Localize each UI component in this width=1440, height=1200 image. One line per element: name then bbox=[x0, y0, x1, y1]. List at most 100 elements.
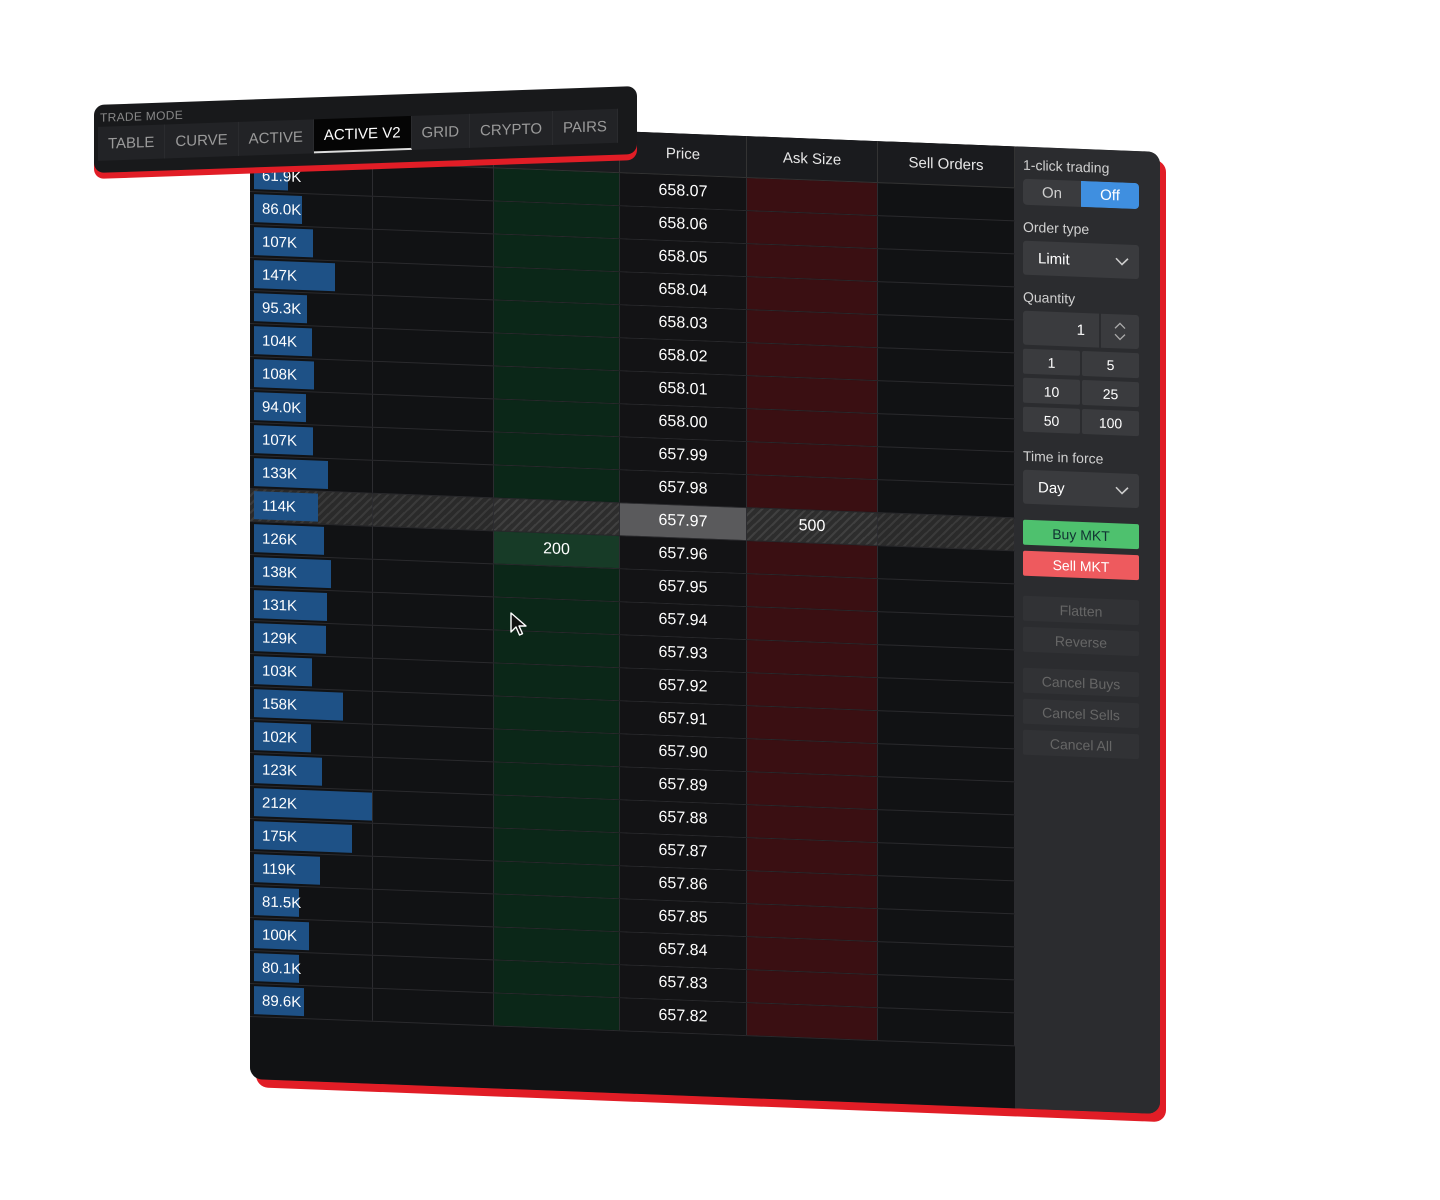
bid-size-cell[interactable] bbox=[494, 696, 620, 734]
ask-size-cell[interactable] bbox=[747, 871, 878, 909]
bid-size-cell[interactable] bbox=[494, 795, 620, 833]
tab-curve[interactable]: CURVE bbox=[165, 121, 239, 159]
bid-size-cell[interactable] bbox=[494, 432, 620, 470]
tab-pairs[interactable]: PAIRS bbox=[553, 108, 618, 145]
buy-orders-cell[interactable] bbox=[373, 691, 494, 729]
buy-orders-cell[interactable] bbox=[373, 295, 494, 333]
bid-size-cell[interactable] bbox=[494, 465, 620, 503]
sell-orders-cell[interactable] bbox=[878, 216, 1015, 254]
sell-orders-cell[interactable] bbox=[878, 546, 1015, 584]
ask-size-cell[interactable] bbox=[747, 607, 878, 645]
ask-size-cell[interactable] bbox=[747, 706, 878, 744]
ask-size-cell[interactable] bbox=[747, 838, 878, 876]
buy-orders-cell[interactable] bbox=[373, 361, 494, 399]
buy-orders-cell[interactable] bbox=[373, 526, 494, 564]
ask-size-cell[interactable] bbox=[747, 442, 878, 480]
flatten-button[interactable]: Flatten bbox=[1023, 595, 1139, 626]
sell-orders-cell[interactable] bbox=[878, 513, 1015, 551]
ask-size-cell[interactable] bbox=[747, 805, 878, 843]
ask-size-cell[interactable] bbox=[747, 178, 878, 216]
ask-size-cell[interactable] bbox=[747, 376, 878, 414]
bid-size-cell[interactable] bbox=[494, 663, 620, 701]
cancel-sells-button[interactable]: Cancel Sells bbox=[1023, 698, 1139, 729]
quantity-input[interactable]: 1 bbox=[1023, 310, 1099, 348]
cancel-all-button[interactable]: Cancel All bbox=[1023, 729, 1139, 760]
buy-orders-cell[interactable] bbox=[373, 856, 494, 894]
tab-active-v2[interactable]: ACTIVE V2 bbox=[313, 115, 412, 154]
sell-orders-cell[interactable] bbox=[878, 843, 1015, 881]
cancel-buys-button[interactable]: Cancel Buys bbox=[1023, 667, 1139, 698]
sell-orders-cell[interactable] bbox=[878, 414, 1015, 452]
sell-orders-cell[interactable] bbox=[878, 744, 1015, 782]
ask-size-cell[interactable] bbox=[747, 970, 878, 1008]
sell-orders-cell[interactable] bbox=[878, 942, 1015, 980]
bid-size-cell[interactable] bbox=[494, 828, 620, 866]
ask-size-cell[interactable] bbox=[747, 310, 878, 348]
tab-grid[interactable]: GRID bbox=[411, 113, 471, 150]
buy-mkt-button[interactable]: Buy MKT bbox=[1023, 519, 1139, 550]
ask-size-cell[interactable] bbox=[747, 277, 878, 315]
bid-size-cell[interactable] bbox=[494, 762, 620, 800]
ask-size-cell[interactable] bbox=[747, 211, 878, 249]
buy-orders-cell[interactable] bbox=[373, 229, 494, 267]
tab-crypto[interactable]: CRYPTO bbox=[470, 110, 554, 148]
ask-size-cell[interactable] bbox=[747, 244, 878, 282]
sell-orders-cell[interactable] bbox=[878, 1008, 1015, 1046]
bid-size-cell[interactable] bbox=[494, 498, 620, 536]
ask-size-cell[interactable] bbox=[747, 937, 878, 975]
buy-orders-cell[interactable] bbox=[373, 262, 494, 300]
bid-size-cell[interactable] bbox=[494, 729, 620, 767]
sell-orders-cell[interactable] bbox=[878, 876, 1015, 914]
bid-size-cell[interactable] bbox=[494, 861, 620, 899]
bid-size-cell[interactable] bbox=[494, 927, 620, 965]
time-in-force-select[interactable]: Day bbox=[1023, 469, 1139, 509]
bid-size-cell[interactable] bbox=[494, 234, 620, 272]
order-type-select[interactable]: Limit bbox=[1023, 240, 1139, 280]
buy-orders-cell[interactable] bbox=[373, 658, 494, 696]
buy-orders-cell[interactable] bbox=[373, 328, 494, 366]
sell-orders-cell[interactable] bbox=[878, 645, 1015, 683]
preset-100-button[interactable]: 100 bbox=[1082, 408, 1139, 437]
sell-orders-cell[interactable] bbox=[878, 711, 1015, 749]
bid-size-cell[interactable] bbox=[494, 399, 620, 437]
preset-25-button[interactable]: 25 bbox=[1082, 379, 1139, 408]
ask-size-cell[interactable]: 500 bbox=[747, 508, 878, 546]
bid-size-cell[interactable] bbox=[494, 564, 620, 602]
sell-orders-cell[interactable] bbox=[878, 447, 1015, 485]
preset-5-button[interactable]: 5 bbox=[1082, 350, 1139, 379]
preset-1-button[interactable]: 1 bbox=[1023, 348, 1080, 376]
buy-orders-cell[interactable] bbox=[373, 625, 494, 663]
ask-size-cell[interactable] bbox=[747, 673, 878, 711]
bid-size-cell[interactable] bbox=[494, 267, 620, 305]
buy-orders-cell[interactable] bbox=[373, 592, 494, 630]
bid-size-cell[interactable] bbox=[494, 168, 620, 206]
bid-size-cell[interactable] bbox=[494, 201, 620, 239]
one-click-on-option[interactable]: On bbox=[1023, 179, 1081, 207]
bid-size-cell[interactable] bbox=[494, 993, 620, 1031]
sell-orders-cell[interactable] bbox=[878, 975, 1015, 1013]
buy-orders-cell[interactable] bbox=[373, 493, 494, 531]
bid-size-cell[interactable] bbox=[494, 300, 620, 338]
buy-orders-cell[interactable] bbox=[373, 922, 494, 960]
bid-size-cell[interactable] bbox=[494, 366, 620, 404]
one-click-off-option[interactable]: Off bbox=[1081, 180, 1139, 210]
preset-10-button[interactable]: 10 bbox=[1023, 377, 1080, 405]
buy-orders-cell[interactable] bbox=[373, 196, 494, 234]
buy-orders-cell[interactable] bbox=[373, 988, 494, 1026]
ask-size-cell[interactable] bbox=[747, 343, 878, 381]
chevron-down-icon[interactable] bbox=[1114, 333, 1126, 341]
buy-orders-cell[interactable] bbox=[373, 460, 494, 498]
ask-size-cell[interactable] bbox=[747, 574, 878, 612]
buy-orders-cell[interactable] bbox=[373, 790, 494, 828]
sell-orders-cell[interactable] bbox=[878, 348, 1015, 386]
buy-orders-cell[interactable] bbox=[373, 889, 494, 927]
ask-size-cell[interactable] bbox=[747, 475, 878, 513]
buy-orders-cell[interactable] bbox=[373, 427, 494, 465]
ask-size-cell[interactable] bbox=[747, 904, 878, 942]
sell-orders-cell[interactable] bbox=[878, 282, 1015, 320]
ask-size-cell[interactable] bbox=[747, 640, 878, 678]
buy-orders-cell[interactable] bbox=[373, 955, 494, 993]
sell-orders-cell[interactable] bbox=[878, 381, 1015, 419]
ask-size-cell[interactable] bbox=[747, 1003, 878, 1041]
tab-table[interactable]: TABLE bbox=[98, 124, 166, 161]
